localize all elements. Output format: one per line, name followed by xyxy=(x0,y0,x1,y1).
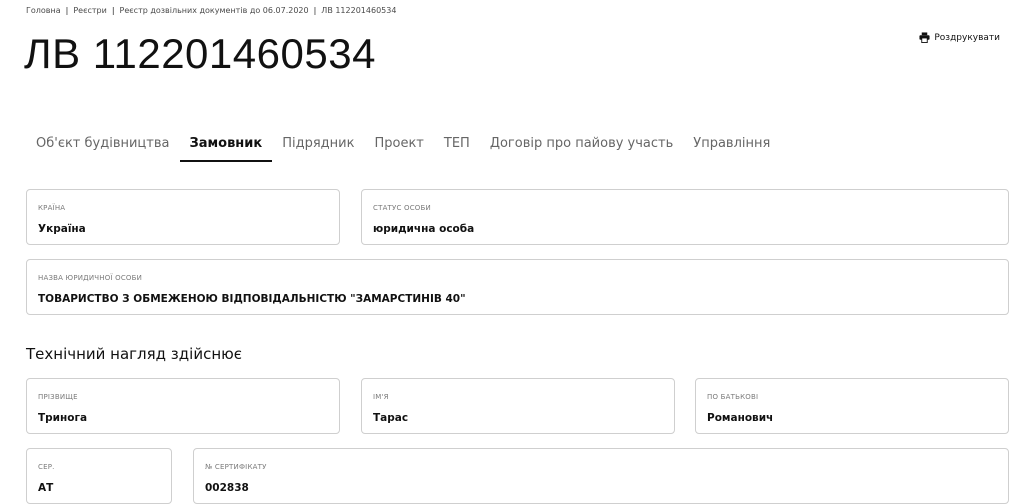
legal-entity-name-field: Назва юридичної особи ТОВАРИСТВО З ОБМЕЖ… xyxy=(26,259,1009,315)
first-name-label: Ім'я xyxy=(373,393,389,401)
tab-contractor[interactable]: Підрядник xyxy=(272,136,364,162)
certificate-series-label: Сер. xyxy=(38,463,55,471)
breadcrumb-registry[interactable]: Реєстр дозвільних документів до 06.07.20… xyxy=(120,6,309,15)
surname-field: Прізвище Тринога xyxy=(26,378,340,434)
surname-value: Тринога xyxy=(38,412,88,424)
country-field: Країна Україна xyxy=(26,189,340,245)
page-title: ЛВ 112201460534 xyxy=(24,30,376,77)
person-status-field: Статус особи юридична особа xyxy=(361,189,1009,245)
tab-construction-object[interactable]: Об'єкт будівництва xyxy=(26,136,180,162)
certificate-number-label: № сертифікату xyxy=(205,463,267,471)
legal-entity-name-value: ТОВАРИСТВО З ОБМЕЖЕНОЮ ВІДПОВІДАЛЬНІСТЮ … xyxy=(38,293,466,305)
print-label: Роздрукувати xyxy=(934,32,1000,43)
country-value: Україна xyxy=(38,223,86,235)
breadcrumb: Головна | Реєстри | Реєстр дозвільних до… xyxy=(26,6,396,15)
certificate-number-value: 002838 xyxy=(205,482,249,494)
legal-entity-name-label: Назва юридичної особи xyxy=(38,274,143,282)
breadcrumb-current: ЛВ 112201460534 xyxy=(321,6,397,15)
print-button[interactable]: Роздрукувати xyxy=(919,32,1000,43)
tab-management[interactable]: Управління xyxy=(683,136,780,162)
breadcrumb-separator: | xyxy=(313,6,317,15)
certificate-number-field: № сертифікату 002838 xyxy=(193,448,1009,504)
breadcrumb-registries[interactable]: Реєстри xyxy=(73,6,106,15)
tab-equity-agreement[interactable]: Договір про пайову участь xyxy=(480,136,683,162)
breadcrumb-separator: | xyxy=(65,6,69,15)
tab-tep[interactable]: ТЕП xyxy=(434,136,480,162)
breadcrumb-separator: | xyxy=(111,6,115,15)
tab-project[interactable]: Проект xyxy=(364,136,433,162)
patronymic-label: По батькові xyxy=(707,393,759,401)
tab-customer[interactable]: Замовник xyxy=(179,136,273,162)
patronymic-value: Романович xyxy=(707,412,774,424)
printer-icon xyxy=(919,32,930,43)
person-status-label: Статус особи xyxy=(373,204,431,212)
country-label: Країна xyxy=(38,204,66,212)
first-name-field: Ім'я Тарас xyxy=(361,378,675,434)
first-name-value: Тарас xyxy=(373,412,409,424)
supervision-heading: Технічний нагляд здійснює xyxy=(26,345,242,363)
certificate-series-value: АТ xyxy=(38,482,54,494)
tab-bar: Об'єкт будівництва Замовник Підрядник Пр… xyxy=(26,136,780,162)
patronymic-field: По батькові Романович xyxy=(695,378,1009,434)
certificate-series-field: Сер. АТ xyxy=(26,448,172,504)
person-status-value: юридична особа xyxy=(373,223,475,235)
breadcrumb-home[interactable]: Головна xyxy=(26,6,61,15)
surname-label: Прізвище xyxy=(38,393,78,401)
